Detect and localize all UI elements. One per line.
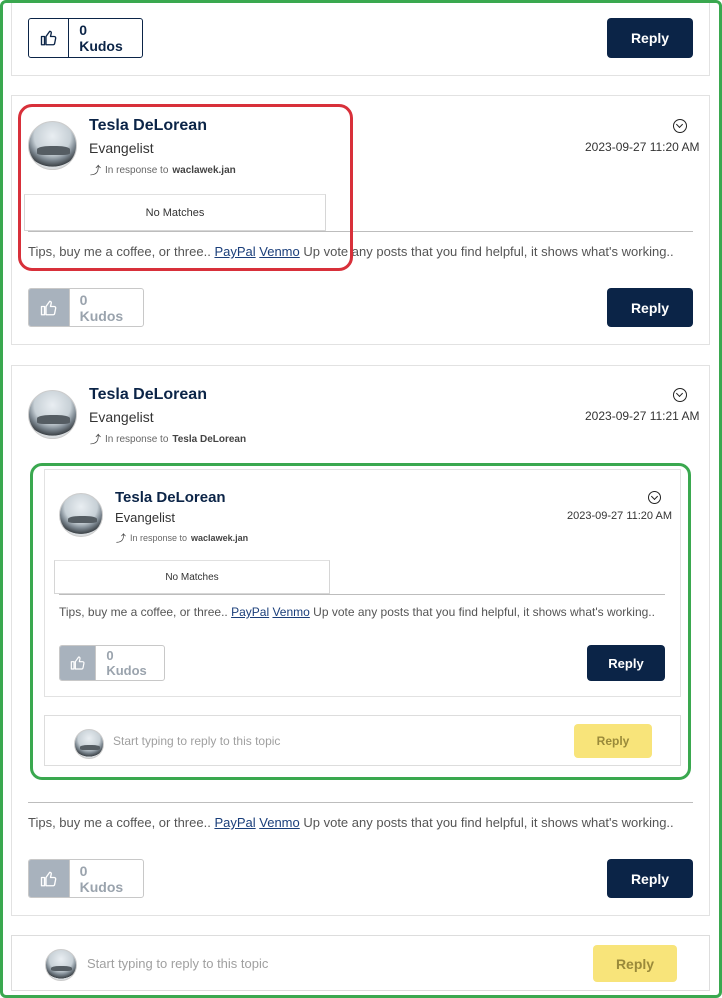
highlight-frame-green-outer: [0, 0, 722, 998]
